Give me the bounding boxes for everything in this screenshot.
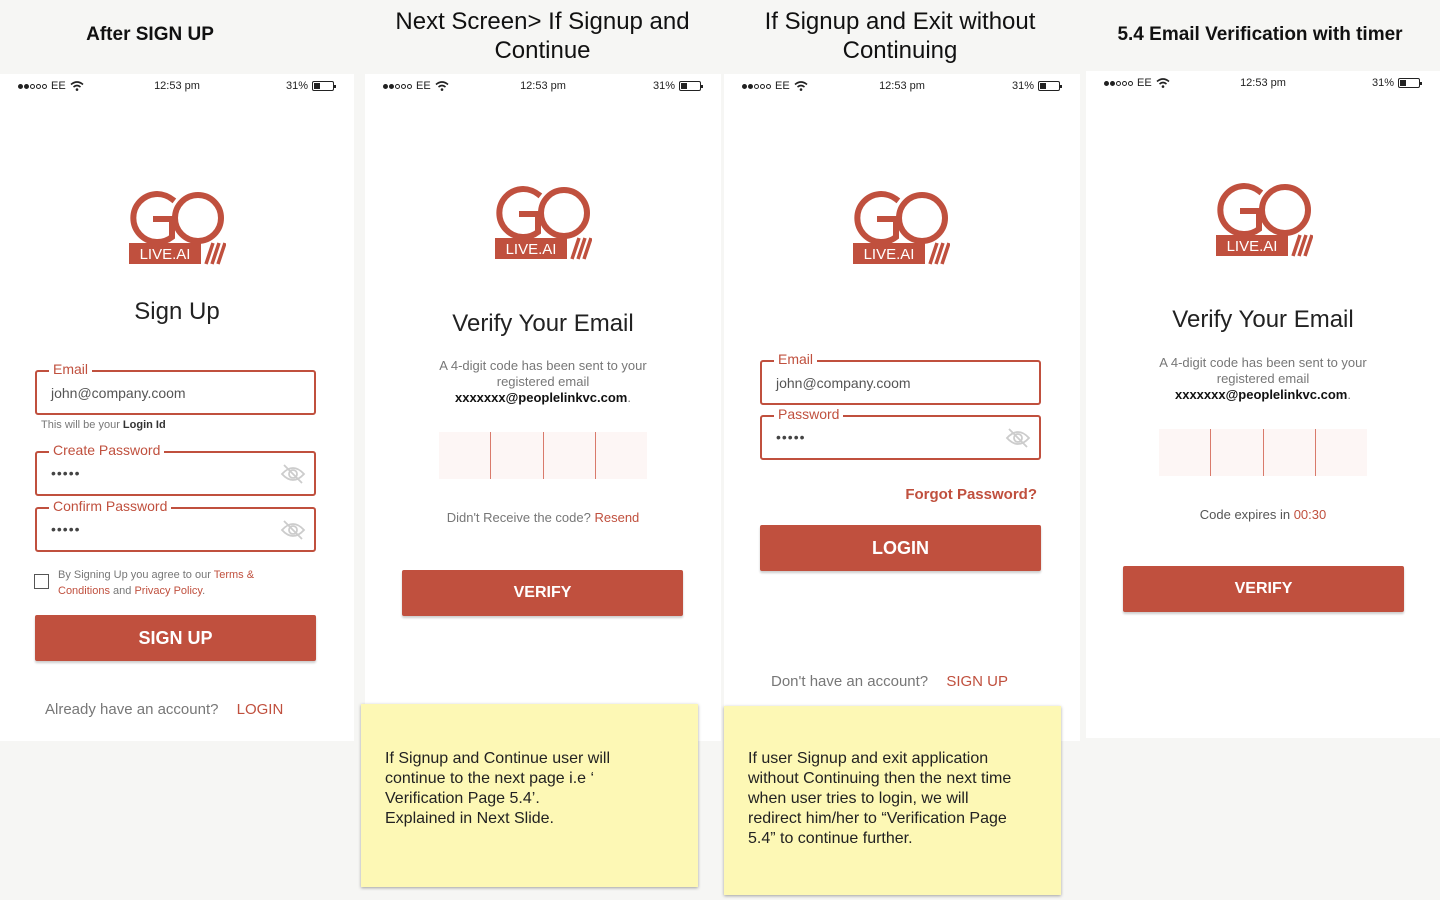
forgot-password-link[interactable]: Forgot Password? [905, 486, 1037, 503]
email-value: john@company.coom [51, 385, 186, 401]
code-timer: Code expires in 00:30 [1199, 507, 1327, 522]
battery-icon [1398, 78, 1422, 88]
svg-text:LIVE.AI: LIVE.AI [864, 246, 915, 263]
terms-text: By Signing Up you agree to our Terms & C… [58, 569, 255, 597]
page-title: Verify Your Email [452, 310, 634, 337]
privacy-link[interactable]: Privacy Policy [134, 585, 202, 597]
confirm-password-label: Confirm Password [49, 498, 172, 514]
password-value: ••••• [776, 429, 806, 445]
email-hint: This will be your Login Id [41, 419, 166, 431]
svg-text:LIVE.AI: LIVE.AI [140, 246, 191, 263]
masked-email: xxxxxxx@peoplelinkvc.com [454, 390, 628, 405]
login-button[interactable]: LOGIN [760, 525, 1041, 571]
code-digit[interactable] [1263, 429, 1316, 476]
golive-logo: LIVE.AI [492, 172, 593, 264]
password-field[interactable]: Password ••••• [760, 406, 1041, 460]
status-bar: EE 12:53 pm 31% [724, 74, 1080, 98]
sticky-note-2: If user Signup and exit application with… [724, 706, 1061, 895]
verify-timer-screen: EE 12:53 pm 31% LIVE.AI Verify Your Emai… [1086, 71, 1440, 738]
verify-screen: EE 12:53 pm 31% LIVE.AI Verify Your Emai… [365, 74, 721, 741]
column-title-1: After SIGN UP [86, 24, 214, 45]
column-title-3: If Signup and Exit without Continuing [764, 8, 1036, 64]
sticky-note-1: If Signup and Continue user will continu… [361, 704, 698, 887]
create-password-label: Create Password [49, 442, 165, 458]
column-title-2: Next Screen> If Signup and Continue [395, 8, 690, 64]
password-label: Password [774, 406, 844, 422]
create-password-field[interactable]: Create Password ••••• [35, 442, 316, 496]
svg-text:LIVE.AI: LIVE.AI [506, 241, 557, 258]
email-label: Email [774, 351, 818, 367]
timer-value: 00:30 [1293, 507, 1327, 522]
create-password-value: ••••• [51, 465, 81, 481]
battery-percent: 31% [285, 80, 308, 92]
eye-slash-icon[interactable] [280, 463, 306, 485]
code-digit[interactable] [1315, 429, 1367, 476]
column-title-4: 5.4 Email Verification with timer [1117, 24, 1403, 45]
svg-text:LIVE.AI: LIVE.AI [1227, 238, 1278, 255]
confirm-password-value: ••••• [51, 521, 81, 537]
signup-screen: EE 12:53 pm 31% LIVE.AI Sign Up Email jo… [0, 74, 354, 741]
page-title: Verify Your Email [1172, 306, 1354, 333]
page-title: Sign Up [134, 298, 220, 325]
email-field[interactable]: Email john@company.coom [760, 351, 1041, 405]
code-digit[interactable] [1211, 429, 1264, 476]
sign-up-link[interactable]: SIGN UP [946, 673, 1008, 690]
status-bar: EE 12:53 pm 31% [365, 74, 721, 98]
confirm-password-field[interactable]: Confirm Password ••••• [35, 498, 316, 552]
sign-up-button[interactable]: SIGN UP [35, 615, 316, 661]
verify-button[interactable]: VERIFY [402, 570, 683, 616]
email-label: Email [49, 361, 93, 377]
golive-logo: LIVE.AI [1213, 169, 1314, 261]
code-digit[interactable] [491, 432, 544, 479]
code-digit[interactable] [439, 432, 492, 479]
email-field[interactable]: Email john@company.coom [35, 361, 316, 415]
code-digit[interactable] [543, 432, 596, 479]
status-bar: EE 12:53 pm 31% [1086, 71, 1440, 95]
signup-prompt: Don't have an account? SIGN UP [771, 673, 1009, 690]
verification-message: A 4-digit code has been sent to your reg… [439, 358, 647, 405]
battery-icon [679, 81, 703, 91]
eye-slash-icon[interactable] [1005, 427, 1031, 449]
battery-icon [312, 81, 336, 91]
code-digit[interactable] [1159, 429, 1212, 476]
code-digit[interactable] [595, 432, 647, 479]
battery-icon [1038, 81, 1062, 91]
terms-checkbox[interactable] [34, 574, 49, 589]
resend-link[interactable]: Resend [594, 510, 639, 525]
code-input[interactable] [1159, 429, 1367, 476]
status-bar: EE 12:53 pm 31% [0, 74, 354, 98]
golive-logo: LIVE.AI [850, 177, 951, 269]
masked-email: xxxxxxx@peoplelinkvc.com [1174, 387, 1348, 402]
login-link[interactable]: LOGIN [237, 701, 284, 718]
golive-logo: LIVE.AI [126, 177, 227, 269]
code-input[interactable] [439, 432, 647, 479]
verify-button[interactable]: VERIFY [1123, 566, 1404, 612]
email-value: john@company.coom [776, 375, 911, 391]
login-prompt: Already have an account? LOGIN [45, 701, 284, 718]
verification-message: A 4-digit code has been sent to your reg… [1159, 355, 1367, 402]
resend-prompt: Didn't Receive the code? Resend [446, 510, 640, 525]
eye-slash-icon[interactable] [280, 519, 306, 541]
login-screen: EE 12:53 pm 31% LIVE.AI Email john@compa… [724, 74, 1080, 741]
